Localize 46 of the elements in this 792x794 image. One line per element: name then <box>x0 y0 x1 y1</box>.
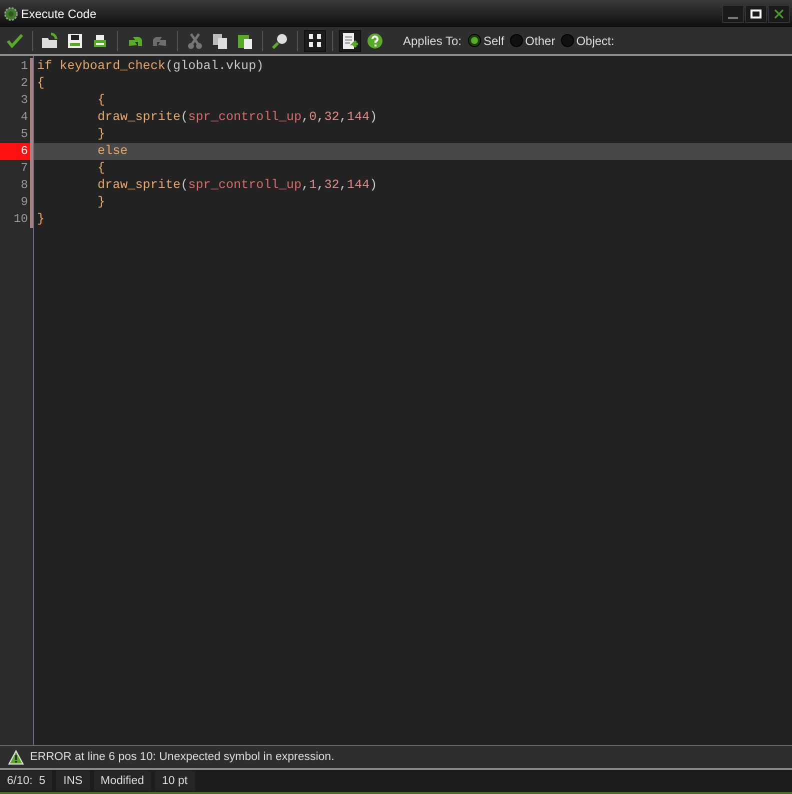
line-number: 4 <box>0 109 33 126</box>
error-message: ERROR at line 6 pos 10: Unexpected symbol in expression. <box>30 751 334 763</box>
folder-icon <box>41 32 59 50</box>
close-button[interactable] <box>768 4 790 22</box>
code-line: } <box>37 212 45 226</box>
code-line: else <box>96 144 128 158</box>
scissors-icon <box>186 32 204 50</box>
grid-icon <box>306 32 324 50</box>
status-text: INS <box>56 771 90 791</box>
code-line: draw_sprite(spr_controll_up,1,32,144) <box>96 178 378 192</box>
gear-icon <box>4 6 18 20</box>
goto-button[interactable] <box>304 30 326 52</box>
warning-icon <box>8 750 24 764</box>
line-number: 3 <box>0 92 33 109</box>
code-line: { <box>96 93 106 107</box>
copy-icon <box>211 32 229 50</box>
status-text: Modified <box>94 771 152 791</box>
radio-option[interactable]: Object: <box>561 34 614 48</box>
radio-option[interactable]: Self <box>468 34 504 48</box>
code-line: { <box>37 76 45 90</box>
maximize-icon <box>750 8 762 18</box>
line-number: 2 <box>0 75 33 92</box>
code-line: { <box>96 161 106 175</box>
line-number: 9 <box>0 194 33 211</box>
code-line: } <box>96 127 106 141</box>
line-number: 6 <box>0 143 33 160</box>
insert-button[interactable] <box>339 30 361 52</box>
close-icon <box>773 8 785 18</box>
status-text: 10 pt <box>155 771 195 791</box>
code-line: draw_sprite(spr_controll_up,0,32,144) <box>96 110 378 124</box>
minimize-button[interactable] <box>722 4 744 22</box>
status-text: 6/10: 5 <box>0 771 52 791</box>
minimize-icon <box>728 16 738 18</box>
maximize-button[interactable] <box>745 4 767 22</box>
applies-to-label: Applies To: <box>403 34 462 48</box>
window-title: Execute Code <box>21 6 96 20</box>
document-icon <box>341 32 359 50</box>
line-number: 1 <box>0 58 33 75</box>
line-number: 8 <box>0 177 33 194</box>
code-line: if keyboard_check(global.vkup) <box>37 59 264 73</box>
help-icon <box>366 32 384 50</box>
search-icon <box>271 32 289 50</box>
check-icon <box>6 32 24 50</box>
code-line: } <box>96 195 106 209</box>
radio-option[interactable]: Other <box>510 34 556 48</box>
line-number: 10 <box>0 211 33 228</box>
